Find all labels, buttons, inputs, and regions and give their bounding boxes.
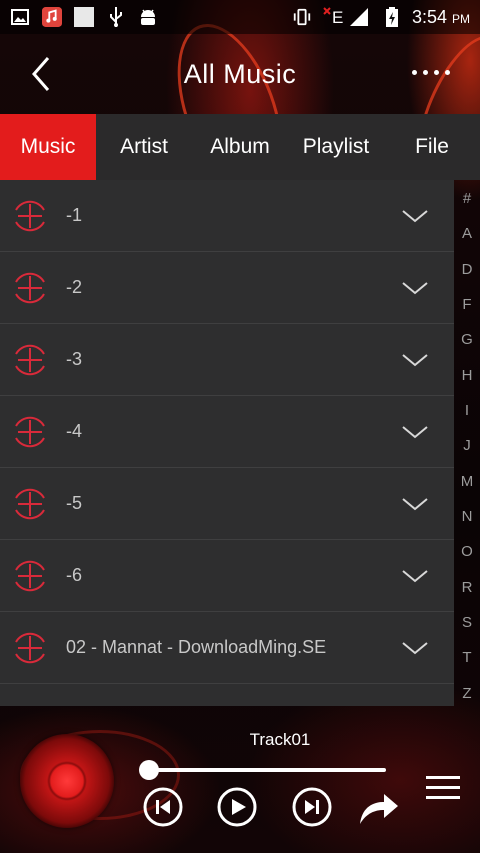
- back-button[interactable]: [24, 52, 64, 96]
- chevron-down-icon[interactable]: [400, 278, 430, 298]
- more-dots-icon: [423, 69, 428, 75]
- add-to-playlist-icon[interactable]: [10, 484, 50, 524]
- more-options-button[interactable]: [412, 60, 452, 84]
- signal-icon: E: [322, 7, 372, 27]
- music-app-icon: [42, 7, 62, 27]
- more-dots-icon: [412, 69, 417, 75]
- chevron-down-icon[interactable]: [400, 638, 430, 658]
- song-title: -4: [66, 421, 83, 441]
- seek-handle[interactable]: [139, 760, 159, 780]
- tab-file[interactable]: File: [384, 114, 480, 180]
- song-title: -3: [66, 349, 83, 369]
- song-row[interactable]: -1: [0, 180, 454, 252]
- seek-bar[interactable]: [148, 768, 386, 772]
- image-icon: [10, 7, 30, 27]
- song-row[interactable]: -3: [0, 324, 454, 396]
- network-type: E: [332, 8, 343, 27]
- song-title: 02 - Mannat - DownloadMing.SE: [66, 637, 327, 657]
- chevron-left-icon: [32, 57, 50, 91]
- song-row[interactable]: 02 - Mannat - DownloadMing.SE: [0, 612, 454, 684]
- album-disc-button[interactable]: [20, 734, 114, 828]
- song-title: -1: [66, 205, 83, 225]
- category-tabs: Music Artist Album Playlist File: [0, 114, 480, 180]
- index-letter[interactable]: H: [462, 367, 473, 384]
- index-letter[interactable]: I: [465, 402, 469, 419]
- index-letter[interactable]: O: [461, 543, 473, 560]
- more-dots-icon: [445, 69, 450, 75]
- index-letter[interactable]: G: [461, 331, 473, 348]
- add-to-playlist-icon[interactable]: [10, 340, 50, 380]
- index-letter[interactable]: R: [462, 579, 473, 596]
- clock: 3:54 PM: [411, 6, 470, 27]
- usb-icon: [106, 7, 126, 27]
- chevron-down-icon[interactable]: [400, 206, 430, 226]
- index-letter[interactable]: S: [462, 614, 472, 631]
- chevron-down-icon[interactable]: [400, 350, 430, 370]
- now-playing-title: Track01: [249, 730, 311, 749]
- song-list: -1 -2 -3 -4 -5 -6 02 - Mannat - Download…: [0, 180, 454, 706]
- index-letter[interactable]: D: [462, 261, 473, 278]
- chevron-down-icon[interactable]: [400, 494, 430, 514]
- song-row[interactable]: -5: [0, 468, 454, 540]
- song-title: -2: [66, 277, 83, 297]
- song-row[interactable]: -6: [0, 540, 454, 612]
- blank-app-icon: [74, 7, 94, 27]
- play-button[interactable]: [216, 786, 258, 828]
- index-letter[interactable]: #: [463, 190, 471, 207]
- previous-track-button[interactable]: [142, 786, 184, 828]
- index-letter[interactable]: M: [461, 473, 474, 490]
- index-letter[interactable]: Z: [462, 685, 471, 702]
- chevron-down-icon[interactable]: [400, 566, 430, 586]
- tab-album[interactable]: Album: [192, 114, 288, 180]
- mini-player: Track01: [0, 706, 480, 853]
- share-button[interactable]: [356, 784, 400, 828]
- index-letter[interactable]: F: [462, 296, 471, 313]
- tab-artist[interactable]: Artist: [96, 114, 192, 180]
- queue-menu-button[interactable]: [426, 774, 462, 802]
- battery-charging-icon: [382, 7, 402, 27]
- alphabet-index[interactable]: # A D F G H I J M N O R S T Z: [454, 190, 480, 706]
- tab-music[interactable]: Music: [0, 114, 96, 180]
- next-track-button[interactable]: [291, 786, 333, 828]
- tab-playlist[interactable]: Playlist: [288, 114, 384, 180]
- more-dots-icon: [434, 69, 439, 75]
- add-to-playlist-icon[interactable]: [10, 196, 50, 236]
- index-letter[interactable]: J: [463, 437, 471, 454]
- chevron-down-icon[interactable]: [400, 422, 430, 442]
- add-to-playlist-icon[interactable]: [10, 268, 50, 308]
- vibrate-icon: [292, 7, 312, 27]
- song-row[interactable]: -4: [0, 396, 454, 468]
- add-to-playlist-icon[interactable]: [10, 628, 50, 668]
- song-title: -5: [66, 493, 83, 513]
- page-title: All Music: [183, 58, 297, 89]
- status-bar: E 3:54 PM: [0, 0, 480, 34]
- song-row[interactable]: -2: [0, 252, 454, 324]
- index-letter[interactable]: T: [462, 649, 471, 666]
- song-title: -6: [66, 565, 83, 585]
- index-letter[interactable]: A: [462, 225, 472, 242]
- app-header: All Music: [0, 34, 480, 114]
- android-debug-icon: [138, 7, 158, 27]
- index-letter[interactable]: N: [462, 508, 473, 525]
- add-to-playlist-icon[interactable]: [10, 556, 50, 596]
- add-to-playlist-icon[interactable]: [10, 412, 50, 452]
